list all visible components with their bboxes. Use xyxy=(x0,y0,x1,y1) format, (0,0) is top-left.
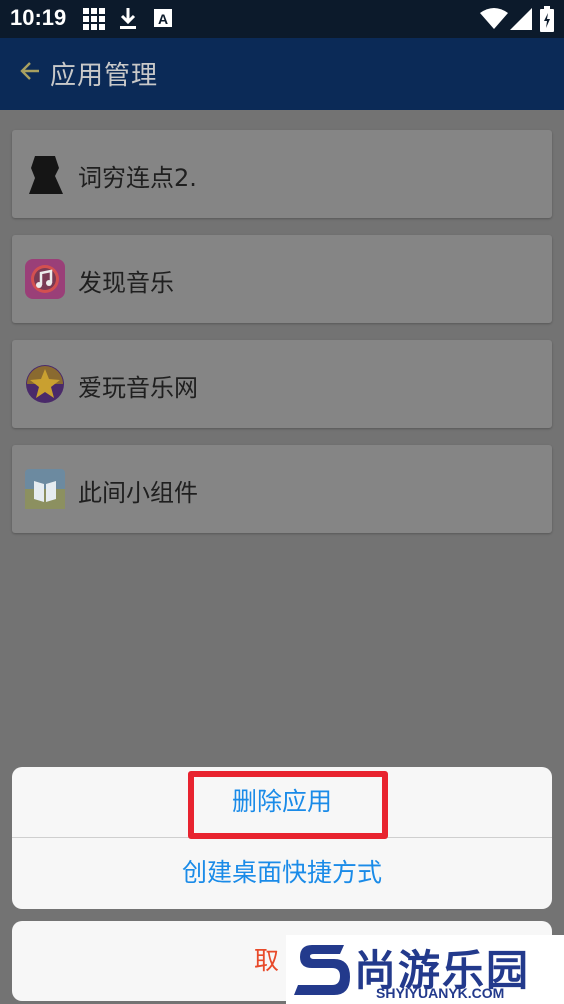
watermark-subtitle: SHYIYUANYK.COM xyxy=(376,985,505,1001)
screen: 10:19 A 应用管理 词穷连点2. 发现音乐 爱玩音乐网 此间小组件 删除应… xyxy=(0,0,564,1004)
app-name: 此间小组件 xyxy=(78,479,198,507)
highlight-box xyxy=(188,771,388,839)
app-bar: 应用管理 xyxy=(0,38,564,110)
wifi-icon xyxy=(480,8,508,29)
grid-icon xyxy=(83,8,105,30)
widget-app-icon xyxy=(25,469,65,509)
app-name: 爱玩音乐网 xyxy=(78,374,198,402)
signal-icon xyxy=(510,8,532,30)
cancel-label: 取 xyxy=(254,946,280,975)
app-name: 词穷连点2. xyxy=(78,164,197,192)
list-item[interactable]: 词穷连点2. xyxy=(12,130,552,218)
ciqiong-app-icon xyxy=(29,156,63,194)
page-title: 应用管理 xyxy=(50,61,159,91)
list-item[interactable]: 发现音乐 xyxy=(12,235,552,323)
status-bar: 10:19 A xyxy=(0,0,564,38)
music-app-icon xyxy=(25,259,65,299)
download-icon xyxy=(120,8,136,29)
a-icon: A xyxy=(154,9,172,27)
list-item[interactable]: 此间小组件 xyxy=(12,445,552,533)
watermark: 尚游乐园 SHYIYUANYK.COM xyxy=(286,935,564,1004)
status-time: 10:19 xyxy=(10,5,67,30)
app-name: 发现音乐 xyxy=(78,269,174,297)
aiwan-app-icon xyxy=(26,365,64,403)
svg-text:A: A xyxy=(158,11,168,27)
battery-icon xyxy=(540,6,554,32)
list-item[interactable]: 爱玩音乐网 xyxy=(12,340,552,428)
back-arrow-icon[interactable] xyxy=(20,61,40,81)
create-shortcut-button[interactable]: 创建桌面快捷方式 xyxy=(12,838,552,908)
watermark-logo-icon xyxy=(294,945,350,995)
